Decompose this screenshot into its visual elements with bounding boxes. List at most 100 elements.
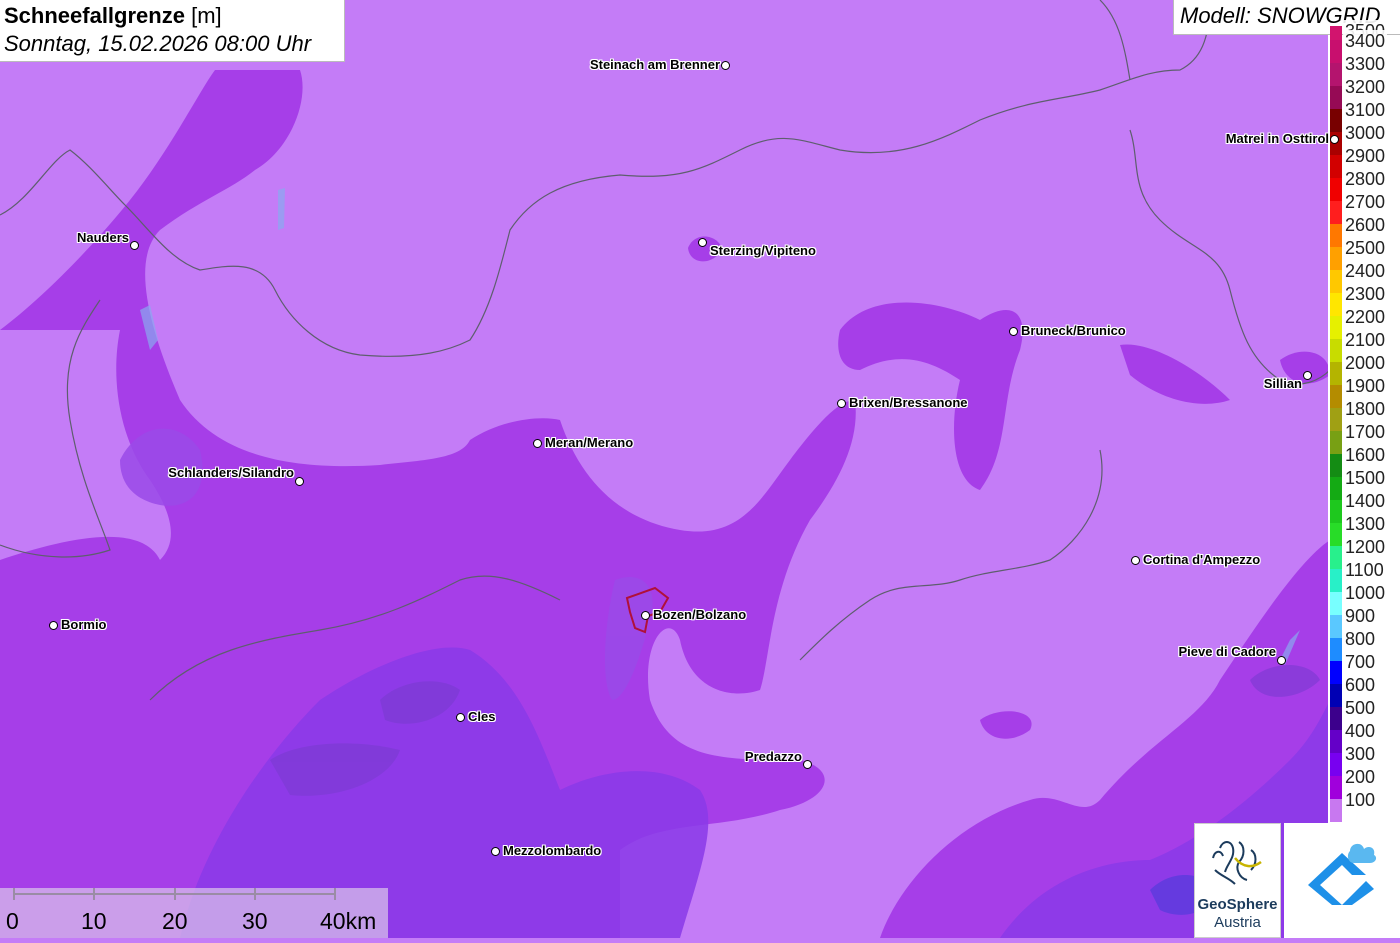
legend-swatch (1330, 40, 1342, 63)
house-cloud-icon (1308, 843, 1377, 905)
legend-label: 3400 (1343, 30, 1388, 52)
place-name: Schlanders/Silandro (168, 465, 294, 480)
title-variable: Schneefallgrenze (4, 3, 185, 28)
legend-swatch (1330, 270, 1342, 293)
legend-swatch (1330, 730, 1342, 753)
place-name: Sterzing/Vipiteno (710, 243, 816, 258)
place-name: Sillian (1263, 376, 1302, 391)
legend-swatch (1330, 431, 1342, 454)
legend-label: 600 (1343, 674, 1378, 696)
legend-label: 3200 (1343, 76, 1388, 98)
legend-label: 900 (1343, 605, 1378, 627)
place-name: Cortina d'Ampezzo (1143, 552, 1261, 567)
geosphere-logo[interactable]: GeoSphere Austria (1194, 823, 1281, 938)
location-dot-icon (130, 241, 139, 250)
scale-label-30: 30 (242, 908, 268, 934)
legend-swatch (1330, 638, 1342, 661)
geosphere-emblem-icon (1212, 841, 1262, 885)
legend-swatch (1330, 799, 1342, 822)
scale-label-40km: 40km (320, 908, 377, 934)
place-name: Predazzo (744, 749, 802, 764)
legend-label: 1400 (1343, 490, 1388, 512)
legend-label: 2000 (1343, 352, 1388, 374)
place-name: Cles (468, 709, 496, 724)
legend-label: 200 (1343, 766, 1378, 788)
place-name: Pieve di Cadore (1178, 644, 1276, 659)
location-dot-icon (456, 713, 465, 722)
legend-swatch (1330, 753, 1342, 776)
legend-swatch (1330, 201, 1342, 224)
legend-swatch (1330, 155, 1342, 178)
legend-swatch (1330, 684, 1342, 707)
legend-swatch (1330, 316, 1342, 339)
legend-label: 2400 (1343, 260, 1388, 282)
legend-label: 2200 (1343, 306, 1388, 328)
legend-label: 2100 (1343, 329, 1388, 351)
location-dot-icon (295, 477, 304, 486)
location-dot-icon (803, 760, 812, 769)
place-name: Mezzolombardo (503, 843, 602, 858)
place-name: Bozen/Bolzano (653, 607, 747, 622)
location-dot-icon (1277, 656, 1286, 665)
legend-label: 3300 (1343, 53, 1388, 75)
legend-swatch (1330, 224, 1342, 247)
legend-label: 1000 (1343, 582, 1388, 604)
legend-label: 2900 (1343, 145, 1388, 167)
place-name: Bruneck/Brunico (1021, 323, 1126, 338)
location-dot-icon (49, 621, 58, 630)
location-dot-icon (721, 61, 730, 70)
legend-swatch (1330, 247, 1342, 270)
legend-swatch (1330, 776, 1342, 799)
legend-label: 800 (1343, 628, 1378, 650)
legend-swatch (1330, 661, 1342, 684)
location-dot-icon (1009, 327, 1018, 336)
legend-swatch (1330, 454, 1342, 477)
legend-label: 100 (1343, 789, 1378, 811)
legend-swatch (1330, 408, 1342, 431)
geosphere-logo-line1: GeoSphere (1197, 896, 1278, 913)
legend-row: 100 (1328, 789, 1400, 822)
legend-label: 500 (1343, 697, 1378, 719)
location-dot-icon (698, 238, 707, 247)
legend-swatch (1330, 477, 1342, 500)
place-name: Brixen/Bressanone (849, 395, 968, 410)
scale-label-20: 20 (162, 908, 188, 934)
legend-label: 300 (1343, 743, 1378, 765)
location-dot-icon (1330, 135, 1339, 144)
legend-label: 1100 (1343, 559, 1386, 581)
place-name: Steinach am Brenner (589, 57, 720, 72)
legend-swatch (1330, 569, 1342, 592)
app-logo[interactable] (1284, 823, 1400, 938)
legend-label: 2300 (1343, 283, 1388, 305)
legend-label: 3100 (1343, 99, 1388, 121)
legend-swatch (1330, 546, 1342, 569)
place-name: Matrei in Osttirol (1225, 131, 1329, 146)
scale-label-10: 10 (81, 908, 107, 934)
map-title: Schneefallgrenze [m] (4, 2, 340, 30)
legend-swatch (1330, 592, 1342, 615)
location-dot-icon (1303, 371, 1312, 380)
place-name: Nauders (76, 230, 129, 245)
legend-label: 1800 (1343, 398, 1388, 420)
legend-swatch (1330, 178, 1342, 201)
legend-swatch (1330, 86, 1342, 109)
legend-label: 2600 (1343, 214, 1388, 236)
legend-label: 1900 (1343, 375, 1388, 397)
place-name: Meran/Merano (545, 435, 634, 450)
legend-label: 2700 (1343, 191, 1388, 213)
legend-swatch (1330, 26, 1342, 40)
legend-label: 2500 (1343, 237, 1388, 259)
map-title-panel: Schneefallgrenze [m] Sonntag, 15.02.2026… (0, 0, 345, 62)
legend-swatch (1330, 385, 1342, 408)
legend-swatch (1330, 293, 1342, 316)
place-name: Bormio (61, 617, 107, 632)
legend-swatch (1330, 500, 1342, 523)
legend-label: 400 (1343, 720, 1378, 742)
legend-label: 1300 (1343, 513, 1388, 535)
legend-swatch (1330, 109, 1342, 132)
legend-label: 2800 (1343, 168, 1388, 190)
legend-label: 3000 (1343, 122, 1388, 144)
legend-swatch (1330, 339, 1342, 362)
geosphere-logo-line2: Austria (1214, 914, 1261, 931)
legend-swatch (1330, 362, 1342, 385)
